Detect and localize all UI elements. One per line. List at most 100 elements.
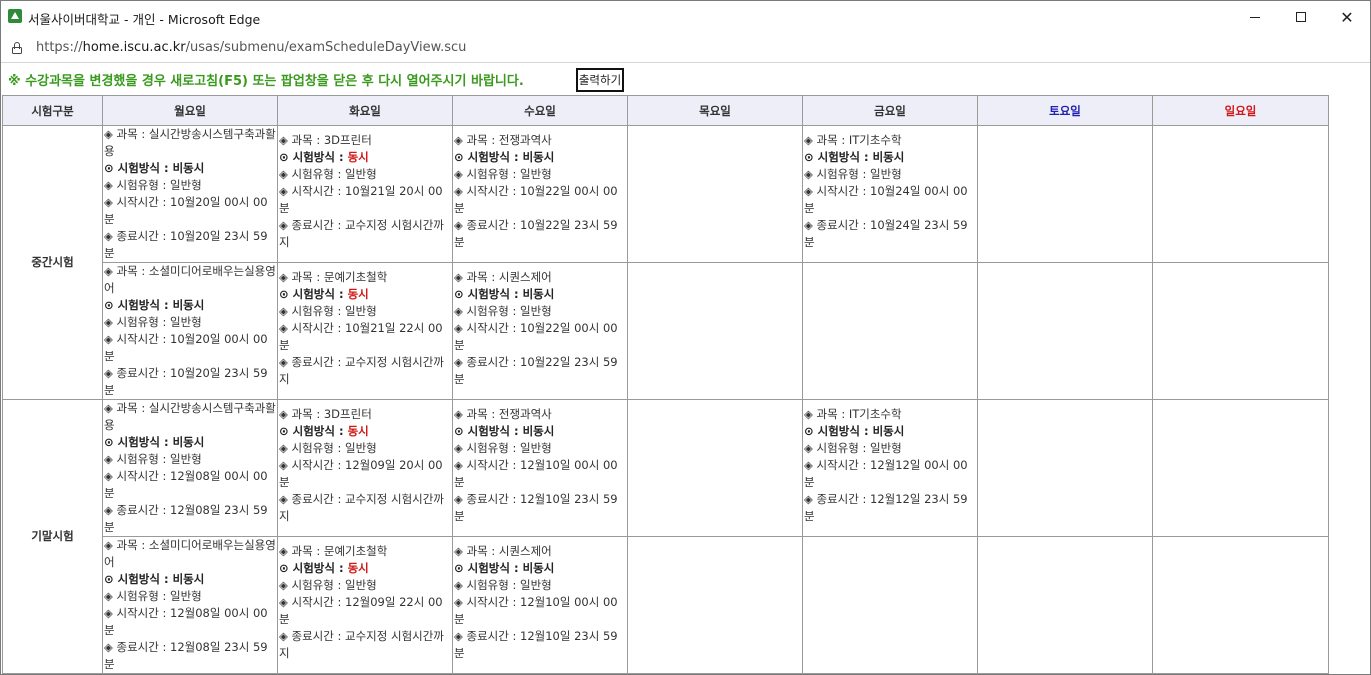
subject-label: ◈ 과목 : <box>279 544 324 558</box>
exam-type: ◈ 시험유형 : 일반형 <box>104 177 277 194</box>
exam-end: ◈ 종료시간 : 10월22일 23시 59분 <box>454 354 627 388</box>
print-button[interactable]: 출력하기 <box>576 68 624 92</box>
exam-end: ◈ 종료시간 : 12월10일 23시 59분 <box>454 628 627 662</box>
exam-method: ⊙ 시험방식 : 동시 <box>279 286 452 303</box>
schedule-cell-thu <box>627 536 803 674</box>
type-value: 일반형 <box>520 167 552 181</box>
schedule-cell-sun <box>1152 399 1329 537</box>
exam-start: ◈ 시작시간 : 12월09일 20시 00분 <box>279 457 452 491</box>
end-label: ◈ 종료시간 : <box>104 229 171 243</box>
url-text[interactable]: https://home.iscu.ac.kr/usas/submenu/exa… <box>36 40 466 55</box>
exam-entry: ◈ 과목 : 3D프린터 ⊙ 시험방식 : 동시 ◈ 시험유형 : 일반형 ◈ 시작시… <box>279 401 452 526</box>
table-row: 중간시험 ◈ 과목 : 실시간방송시스템구축과활용 ⊙ 시험방식 : 비동시 ◈ 시험… <box>2 125 1329 400</box>
type-value: 일반형 <box>870 441 902 455</box>
header-category: 시험구분 <box>2 95 103 126</box>
start-label: ◈ 시작시간 : <box>454 184 521 198</box>
exam-type: ◈ 시험유형 : 일반형 <box>804 166 977 183</box>
url-path: /usas/submenu/examScheduleDayView.scu <box>185 40 467 55</box>
start-label: ◈ 시작시간 : <box>279 595 346 609</box>
exam-end: ◈ 종료시간 : 12월08일 23시 59분 <box>104 639 277 673</box>
table-row: 기말시험 ◈ 과목 : 실시간방송시스템구축과활용 ⊙ 시험방식 : 비동시 ◈ 시험… <box>2 399 1329 674</box>
url-scheme: https:// <box>36 40 83 55</box>
url-host: home.iscu.ac.kr <box>82 40 186 55</box>
exam-start: ◈ 시작시간 : 10월20일 00시 00분 <box>104 331 277 365</box>
type-label: ◈ 시험유형 : <box>454 304 521 318</box>
start-label: ◈ 시작시간 : <box>804 458 871 472</box>
method-label: ⊙ 시험방식 : <box>804 424 873 438</box>
header-fri: 금요일 <box>802 95 978 126</box>
exam-entry: ◈ 과목 : 소셜미디어로배우는실용영어 ⊙ 시험방식 : 비동시 ◈ 시험유형 :… <box>104 538 277 673</box>
start-label: ◈ 시작시간 : <box>104 195 171 209</box>
type-label: ◈ 시험유형 : <box>804 441 871 455</box>
method-value: 동시 <box>347 424 369 438</box>
method-value: 비동시 <box>172 161 205 175</box>
exam-start: ◈ 시작시간 : 10월21일 20시 00분 <box>279 183 452 217</box>
schedule-cell-mon: ◈ 과목 : 실시간방송시스템구축과활용 ⊙ 시험방식 : 비동시 ◈ 시험유형 :… <box>102 399 278 537</box>
type-label: ◈ 시험유형 : <box>104 589 171 603</box>
end-label: ◈ 종료시간 : <box>279 355 346 369</box>
exam-start: ◈ 시작시간 : 10월22일 00시 00분 <box>454 183 627 217</box>
lock-icon[interactable] <box>12 42 22 54</box>
method-label: ⊙ 시험방식 : <box>279 424 348 438</box>
minimize-button[interactable] <box>1232 1 1278 33</box>
schedule-cell-mon: ◈ 과목 : 실시간방송시스템구축과활용 ⊙ 시험방식 : 비동시 ◈ 시험유형 :… <box>102 125 278 263</box>
notice-row: ※ 수강과목을 변경했을 경우 새로고침(F5) 또는 팝업창을 닫은 후 다시… <box>1 64 1370 94</box>
exam-end: ◈ 종료시간 : 교수지정 시험시간까지 <box>279 217 452 251</box>
schedule-cell-tue: ◈ 과목 : 3D프린터 ⊙ 시험방식 : 동시 ◈ 시험유형 : 일반형 ◈ 시작시… <box>277 125 453 263</box>
header-tue: 화요일 <box>277 95 453 126</box>
method-value: 비동시 <box>522 150 555 164</box>
exam-type: ◈ 시험유형 : 일반형 <box>454 303 627 320</box>
method-value: 비동시 <box>172 298 205 312</box>
header-thu: 목요일 <box>627 95 803 126</box>
schedule-cell-sun <box>1152 125 1329 263</box>
exam-category-cell: 기말시험 <box>2 399 103 674</box>
exam-subject: ◈ 과목 : 문예기초철학 <box>279 269 452 286</box>
method-label: ⊙ 시험방식 : <box>104 298 173 312</box>
exam-end: ◈ 종료시간 : 10월20일 23시 59분 <box>104 365 277 399</box>
type-value: 일반형 <box>520 578 552 592</box>
type-label: ◈ 시험유형 : <box>104 178 171 192</box>
schedule-cell-sat <box>977 399 1153 537</box>
exam-end: ◈ 종료시간 : 교수지정 시험시간까지 <box>279 628 452 662</box>
schedule-cell-fri <box>802 262 978 400</box>
exam-type: ◈ 시험유형 : 일반형 <box>104 314 277 331</box>
start-label: ◈ 시작시간 : <box>104 332 171 346</box>
exam-method: ⊙ 시험방식 : 비동시 <box>454 423 627 440</box>
address-bar[interactable]: https://home.iscu.ac.kr/usas/submenu/exa… <box>1 33 1370 63</box>
exam-start: ◈ 시작시간 : 12월08일 00시 00분 <box>104 468 277 502</box>
type-label: ◈ 시험유형 : <box>454 441 521 455</box>
close-button[interactable]: ✕ <box>1324 1 1370 33</box>
schedule-cell-wed: ◈ 과목 : 시퀀스제어 ⊙ 시험방식 : 비동시 ◈ 시험유형 : 일반형 ◈ 시작… <box>452 536 628 674</box>
exam-start: ◈ 시작시간 : 12월10일 00시 00분 <box>454 594 627 628</box>
end-label: ◈ 종료시간 : <box>279 492 346 506</box>
start-label: ◈ 시작시간 : <box>279 321 346 335</box>
schedule-cell-sat <box>977 536 1153 674</box>
method-label: ⊙ 시험방식 : <box>279 150 348 164</box>
schedule-cell-wed: ◈ 과목 : 시퀀스제어 ⊙ 시험방식 : 비동시 ◈ 시험유형 : 일반형 ◈ 시작… <box>452 262 628 400</box>
subject-label: ◈ 과목 : <box>804 407 849 421</box>
type-label: ◈ 시험유형 : <box>279 578 346 592</box>
exam-entry: ◈ 과목 : 전쟁과역사 ⊙ 시험방식 : 비동시 ◈ 시험유형 : 일반형 ◈ 시작… <box>454 127 627 252</box>
subject-label: ◈ 과목 : <box>454 270 499 284</box>
type-label: ◈ 시험유형 : <box>279 167 346 181</box>
method-value: 동시 <box>347 287 369 301</box>
method-value: 동시 <box>347 150 369 164</box>
method-label: ⊙ 시험방식 : <box>279 287 348 301</box>
schedule-cell-wed: ◈ 과목 : 전쟁과역사 ⊙ 시험방식 : 비동시 ◈ 시험유형 : 일반형 ◈ 시작… <box>452 399 628 537</box>
end-label: ◈ 종료시간 : <box>454 218 521 232</box>
schedule-cell-mon: ◈ 과목 : 소셜미디어로배우는실용영어 ⊙ 시험방식 : 비동시 ◈ 시험유형 :… <box>102 262 278 400</box>
exam-entry: ◈ 과목 : 전쟁과역사 ⊙ 시험방식 : 비동시 ◈ 시험유형 : 일반형 ◈ 시작… <box>454 401 627 526</box>
type-label: ◈ 시험유형 : <box>104 315 171 329</box>
table-row: ◈ 과목 : 소셜미디어로배우는실용영어 ⊙ 시험방식 : 비동시 ◈ 시험유형 :… <box>3 262 1329 400</box>
schedule-cell-sat <box>977 262 1153 400</box>
exam-entry: ◈ 과목 : 3D프린터 ⊙ 시험방식 : 동시 ◈ 시험유형 : 일반형 ◈ 시작시… <box>279 127 452 252</box>
exam-method: ⊙ 시험방식 : 비동시 <box>454 149 627 166</box>
type-label: ◈ 시험유형 : <box>279 441 346 455</box>
exam-subject: ◈ 과목 : 실시간방송시스템구축과활용 <box>104 401 277 435</box>
start-label: ◈ 시작시간 : <box>279 184 346 198</box>
method-value: 비동시 <box>172 572 205 586</box>
maximize-button[interactable] <box>1278 1 1324 33</box>
exam-subject: ◈ 과목 : 시퀀스제어 <box>454 269 627 286</box>
schedule-cell-tue: ◈ 과목 : 3D프린터 ⊙ 시험방식 : 동시 ◈ 시험유형 : 일반형 ◈ 시작시… <box>277 399 453 537</box>
start-label: ◈ 시작시간 : <box>104 606 171 620</box>
